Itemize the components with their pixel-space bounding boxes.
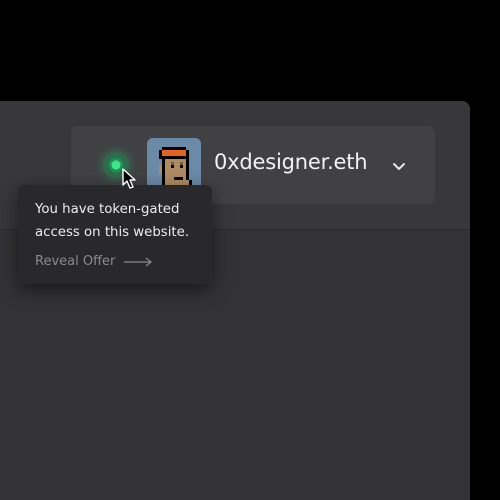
arrow-right-icon [124,257,153,266]
mouse-cursor-icon [122,168,136,189]
wallet-name: 0xdesigner.eth [214,150,368,174]
chevron-down-icon[interactable] [390,157,408,175]
pixel-punk-avatar-icon [147,138,201,192]
reveal-offer-label: Reveal Offer [35,254,116,269]
reveal-offer-link[interactable]: Reveal Offer [35,254,153,269]
tooltip-message: You have token-gated access on this webs… [35,202,190,240]
app-window: 0xdesigner.eth [0,101,470,500]
token-gated-tooltip: You have token-gated access on this webs… [18,185,212,284]
avatar [147,138,201,192]
